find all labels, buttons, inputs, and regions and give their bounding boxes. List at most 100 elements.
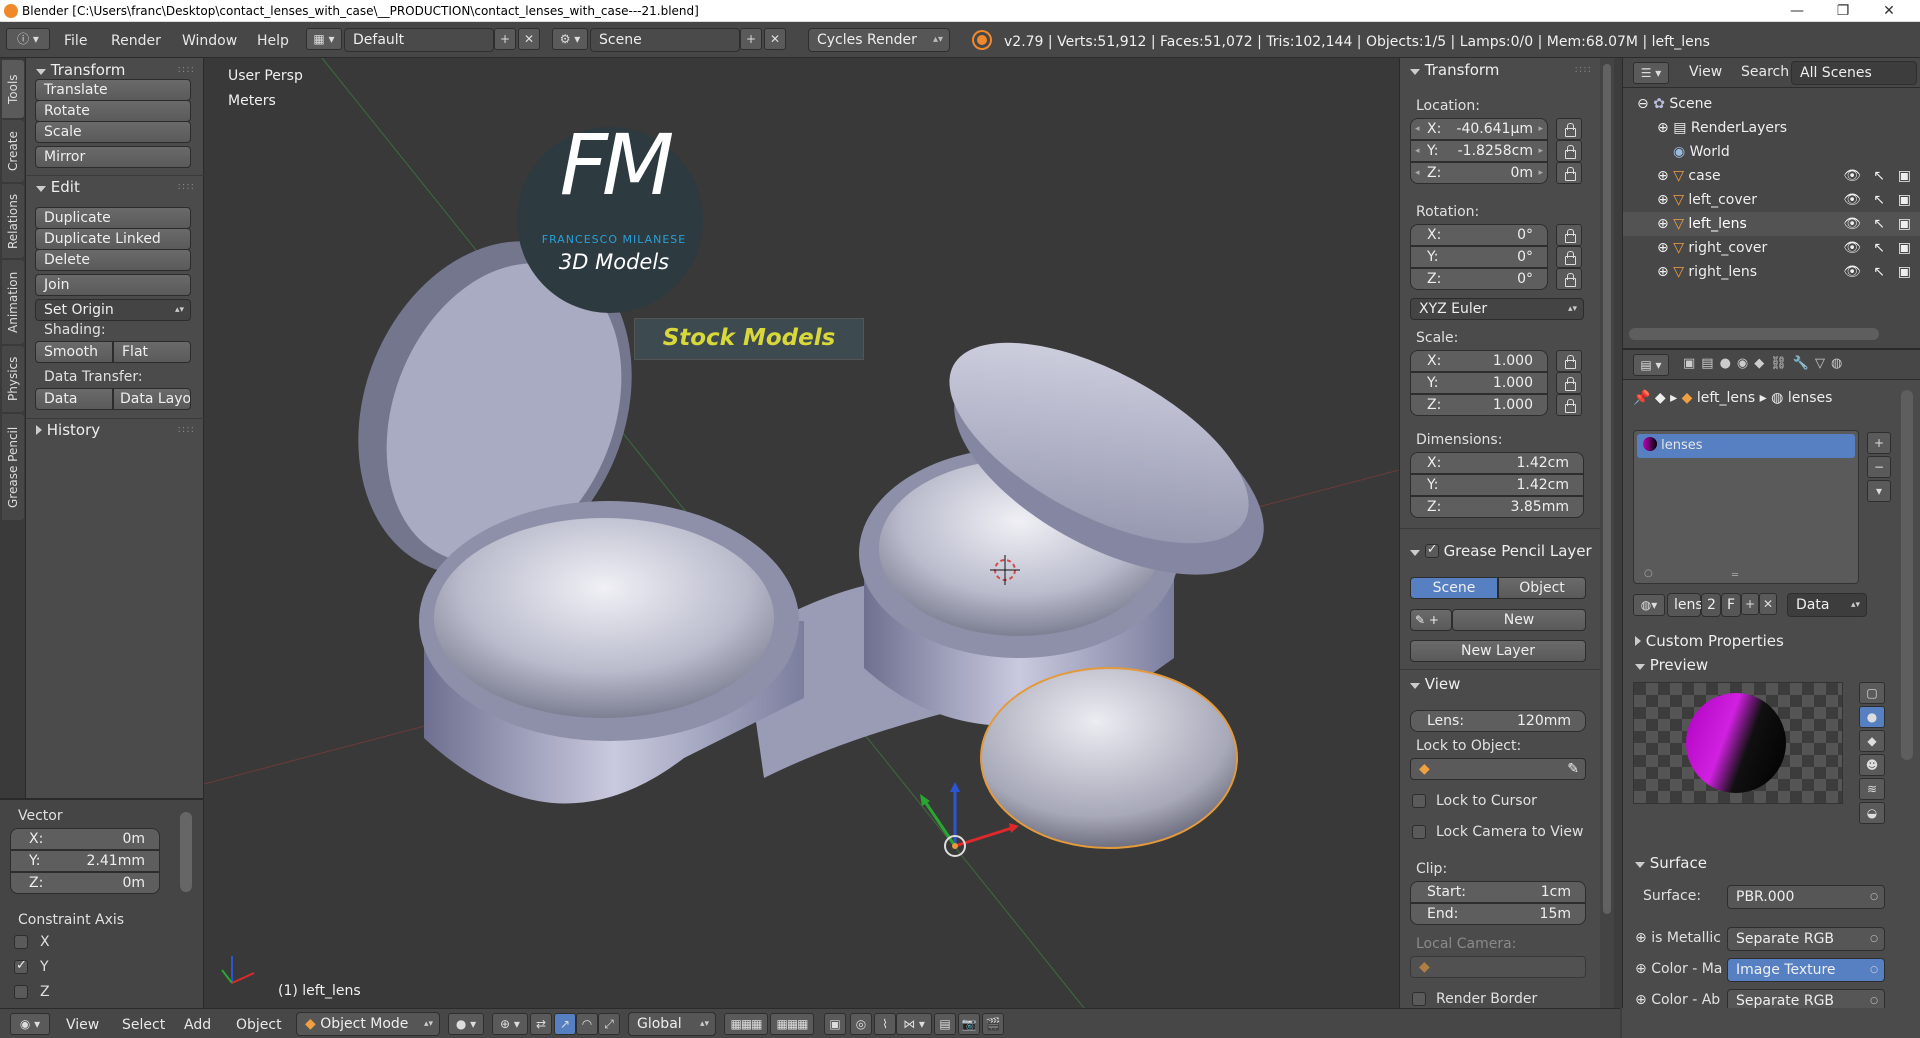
increment-icon[interactable]: ▸	[1538, 141, 1543, 161]
expand-icon[interactable]: ⊕	[1657, 216, 1669, 232]
delete-button[interactable]: Delete	[35, 249, 191, 271]
preview-cube-icon[interactable]: ◆	[1859, 730, 1885, 752]
vector-y-field[interactable]: Y: 2.41mm	[10, 850, 160, 872]
render-engine-select[interactable]: Cycles Render ▴▾	[808, 28, 950, 52]
visibility-eye-icon[interactable]: 👁	[1843, 188, 1861, 212]
outliner-editor-icon[interactable]: ☰ ▾	[1633, 62, 1669, 84]
view-panel-header[interactable]: View	[1410, 675, 1460, 693]
constraint-x-checkbox[interactable]	[14, 935, 28, 949]
increment-icon[interactable]: ▸	[1538, 163, 1543, 183]
render-camera-icon[interactable]: ▣	[1898, 260, 1911, 284]
increment-icon[interactable]: ▸	[1538, 119, 1543, 139]
expand-icon[interactable]: ⊕	[1657, 240, 1669, 256]
left-lens-object[interactable]	[980, 667, 1238, 849]
lock-layers-icon[interactable]: ▣	[824, 1013, 846, 1035]
surface-header[interactable]: Surface	[1635, 854, 1707, 872]
snap-toggle-icon[interactable]: ⌇	[874, 1013, 896, 1035]
remove-layout-icon[interactable]: ✕	[518, 28, 540, 50]
render-camera-icon[interactable]: ▣	[1898, 236, 1911, 260]
translate-manipulator-icon[interactable]: ↗	[554, 1013, 576, 1035]
duplicate-button[interactable]: Duplicate	[35, 207, 191, 229]
pin-icon[interactable]: 📌	[1633, 390, 1650, 406]
location-y-field[interactable]: ◂ Y: -1.8258cm ▸	[1410, 140, 1548, 162]
manipulator-x-arrow[interactable]	[954, 826, 1013, 848]
outliner-scene-row[interactable]: ⊖ ✿ Scene	[1623, 92, 1920, 116]
expand-icon[interactable]: ⊕	[1635, 961, 1647, 977]
render-border-checkbox[interactable]	[1412, 992, 1426, 1006]
transform-panel-header[interactable]: Transform	[36, 61, 125, 79]
outliner-world-row[interactable]: ◉ World	[1623, 140, 1920, 164]
visibility-eye-icon[interactable]: 👁	[1843, 236, 1861, 260]
rotation-z-field[interactable]: Z: 0°	[1410, 268, 1548, 290]
expand-icon[interactable]: ⊕	[1657, 264, 1669, 280]
add-slot-icon[interactable]: +	[1867, 432, 1891, 454]
remove-slot-icon[interactable]: −	[1867, 456, 1891, 478]
scene-field[interactable]: Scene	[590, 28, 740, 52]
lock-location-x-icon[interactable]	[1556, 118, 1582, 140]
bottom-object-menu[interactable]: Object	[236, 1017, 282, 1033]
set-origin-select[interactable]: Set Origin ▴▾	[35, 299, 191, 321]
material-browse-icon[interactable]: ◍▾	[1633, 594, 1665, 616]
dimensions-z-field[interactable]: Z: 3.85mm	[1410, 496, 1584, 518]
shading-mode-icon[interactable]: ● ▾	[448, 1013, 484, 1035]
grip-icon[interactable]: ::::	[178, 64, 195, 75]
translate-button[interactable]: Translate	[35, 79, 191, 101]
lock-rotation-z-icon[interactable]	[1556, 268, 1582, 290]
rotation-x-field[interactable]: X: 0°	[1410, 224, 1548, 246]
local-camera-field[interactable]: ◆	[1410, 956, 1586, 978]
fake-user-toggle[interactable]: F	[1721, 593, 1741, 617]
bottom-view-menu[interactable]: View	[66, 1017, 99, 1033]
tab-animation[interactable]: Animation	[2, 260, 24, 344]
outliner-filter-select[interactable]: All Scenes	[1791, 61, 1917, 85]
mirror-button[interactable]: Mirror	[35, 146, 191, 168]
select-cursor-icon[interactable]: ↖	[1873, 260, 1885, 284]
grip-icon[interactable]: ::::	[178, 424, 195, 435]
manipulator-toggle-icon[interactable]: ⇄	[530, 1013, 552, 1035]
data-transfer-button[interactable]: Data	[35, 388, 113, 410]
slot-specials-icon[interactable]: ▾	[1867, 480, 1891, 502]
decrement-icon[interactable]: ◂	[1415, 163, 1420, 183]
visibility-eye-icon[interactable]: 👁	[1843, 164, 1861, 188]
preview-monkey-icon[interactable]: ☻	[1859, 754, 1885, 776]
outliner-right-cover-row[interactable]: ⊕ ▽ right_cover 👁 ↖ ▣	[1623, 236, 1920, 260]
select-cursor-icon[interactable]: ↖	[1873, 188, 1885, 212]
rotate-button[interactable]: Rotate	[35, 100, 191, 122]
scale-x-field[interactable]: X: 1.000	[1410, 350, 1548, 372]
edit-panel-header[interactable]: Edit	[36, 178, 80, 196]
manipulator-y-arrow[interactable]	[924, 802, 957, 847]
remove-scene-icon[interactable]: ✕	[764, 28, 786, 50]
dimensions-y-field[interactable]: Y: 1.42cm	[1410, 474, 1584, 496]
opengl-anim-icon[interactable]: 🎬	[982, 1013, 1004, 1035]
expand-icon[interactable]: ⊕	[1635, 992, 1647, 1008]
preview-header[interactable]: Preview	[1635, 656, 1708, 674]
new-layer-button[interactable]: New Layer	[1410, 640, 1586, 662]
vector-z-field[interactable]: Z: 0m	[10, 872, 160, 894]
location-z-field[interactable]: ◂ Z: 0m ▸	[1410, 162, 1548, 184]
bottom-add-menu[interactable]: Add	[184, 1017, 211, 1033]
select-cursor-icon[interactable]: ↖	[1873, 236, 1885, 260]
render-camera-icon[interactable]: ▣	[1898, 164, 1911, 188]
screen-layout-field[interactable]: Default	[344, 28, 494, 52]
outliner-right-lens-row[interactable]: ⊕ ▽ right_lens 👁 ↖ ▣	[1623, 260, 1920, 284]
outliner-left-cover-row[interactable]: ⊕ ▽ left_cover 👁 ↖ ▣	[1623, 188, 1920, 212]
lock-location-z-icon[interactable]	[1556, 162, 1582, 184]
custom-properties-header[interactable]: Custom Properties	[1635, 632, 1784, 650]
expand-icon[interactable]: ⊕	[1657, 120, 1669, 136]
n-transform-header[interactable]: Transform	[1410, 61, 1499, 79]
history-panel-header[interactable]: History	[36, 421, 100, 439]
location-x-field[interactable]: ◂ X: -40.641µm ▸	[1410, 118, 1548, 140]
data-layout-button[interactable]: Data Layo	[113, 388, 191, 410]
scale-y-field[interactable]: Y: 1.000	[1410, 372, 1548, 394]
lock-camera-checkbox[interactable]	[1412, 825, 1426, 839]
snap-target-icon[interactable]: ▤	[934, 1013, 956, 1035]
material-link-select[interactable]: Data ▴▾	[1787, 593, 1867, 617]
minimize-icon[interactable]: —	[1774, 0, 1820, 22]
lock-object-field[interactable]: ◆ ✎	[1410, 758, 1586, 780]
preview-sky-icon[interactable]: ◒	[1859, 802, 1885, 824]
grease-pencil-layer-header[interactable]: ✓ Grease Pencil Layer	[1410, 542, 1592, 560]
rotation-mode-select[interactable]: XYZ Euler ▴▾	[1410, 298, 1584, 320]
tab-create[interactable]: Create	[2, 120, 24, 182]
smooth-button[interactable]: Smooth	[35, 341, 113, 363]
tab-physics[interactable]: Physics	[2, 346, 24, 412]
outliner-renderlayers-row[interactable]: ⊕ ▤ RenderLayers	[1623, 116, 1920, 140]
